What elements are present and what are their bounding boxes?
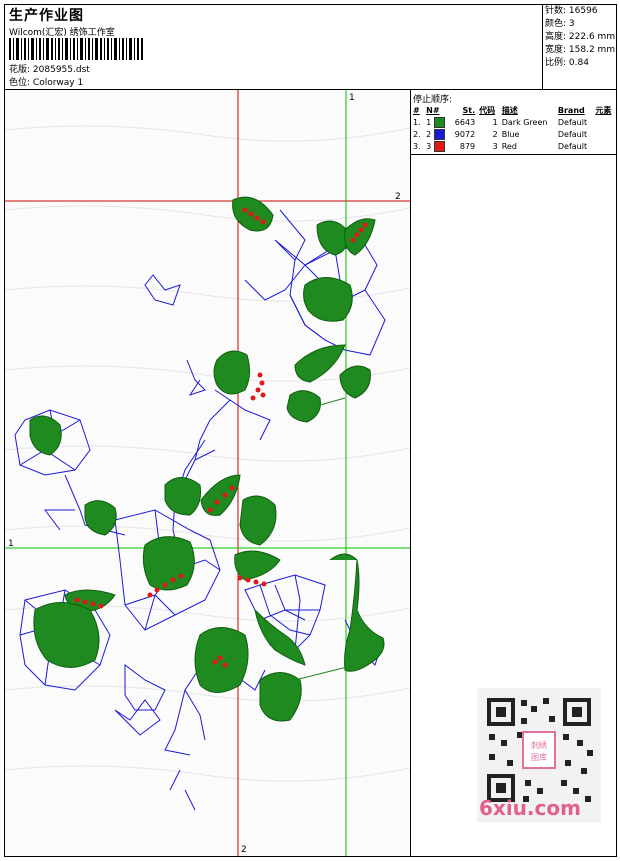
design-file-row: 花版: 2085955.dst <box>9 62 90 75</box>
production-sheet: 生产作业图 Wilcom(汇宏) 绣饰工作室 花版: 2085955.dst 色… <box>4 4 617 857</box>
info-panel: 停止顺序: # N# St. 代码 描述 Brand 元素 1. 1 6643 … <box>411 90 616 856</box>
design-preview: 1 2 1 2 <box>5 90 411 856</box>
stop-sequence-panel: 停止顺序: # N# St. 代码 描述 Brand 元素 1. 1 6643 … <box>411 90 616 155</box>
sheet-title: 生产作业图 <box>9 8 84 24</box>
colorway-row: 色位: Colorway 1 <box>9 75 83 88</box>
table-row: 3. 3 879 3 Red Default <box>413 140 588 152</box>
colorway-label: 色位: <box>9 78 31 88</box>
svg-text:刺绣: 刺绣 <box>531 740 547 750</box>
design-file: 2085955.dst <box>32 65 90 75</box>
green-h-label: 1 <box>8 539 14 549</box>
red-h-label: 2 <box>395 192 401 202</box>
stat-colors: 颜色: 3 <box>545 19 575 29</box>
stat-scale: 比例: 0.84 <box>545 58 589 68</box>
col-element: 元素 <box>595 105 612 115</box>
embroidery-design: 1 2 1 2 <box>5 90 410 856</box>
green-v-label: 1 <box>349 93 355 103</box>
barcode <box>9 38 143 60</box>
red-satin-accents <box>74 207 368 668</box>
col-stop: N# <box>426 105 440 115</box>
sheet-header: 生产作业图 Wilcom(汇宏) 绣饰工作室 花版: 2085955.dst 色… <box>5 5 616 90</box>
col-index: # <box>413 105 420 115</box>
colorway-value: Colorway 1 <box>32 78 84 88</box>
thread-swatch <box>433 116 445 128</box>
svg-text:图库: 图库 <box>531 752 547 762</box>
design-stats: 针数: 16596 颜色: 3 高度: 222.6 mm 宽度: 158.2 m… <box>542 5 617 89</box>
red-v-label: 2 <box>241 845 247 855</box>
col-stitches: St. <box>462 105 476 115</box>
thread-swatch <box>433 140 445 152</box>
sheet-subtitle: Wilcom(汇宏) 绣饰工作室 <box>9 28 115 38</box>
design-label: 花版: <box>9 65 31 75</box>
stop-sequence-header: # N# St. 代码 描述 Brand 元素 <box>411 104 616 116</box>
col-description: 描述 <box>501 105 518 115</box>
seal-stamp <box>522 731 556 769</box>
stop-sequence-table: # N# St. 代码 描述 Brand 元素 1. 1 6643 1 Dark… <box>411 104 616 152</box>
stat-stitches: 针数: 16596 <box>545 6 598 16</box>
col-brand: Brand <box>557 105 585 115</box>
stat-width: 宽度: 158.2 mm <box>545 45 616 55</box>
table-row: 1. 1 6643 1 Dark Green Default <box>413 116 588 128</box>
watermark-brand: 6xiu.com <box>479 796 581 820</box>
col-code: 代码 <box>479 105 496 115</box>
thread-swatch <box>433 128 445 140</box>
stat-height: 高度: 222.6 mm <box>545 32 616 42</box>
table-row: 2. 2 9072 2 Blue Default <box>413 128 588 140</box>
